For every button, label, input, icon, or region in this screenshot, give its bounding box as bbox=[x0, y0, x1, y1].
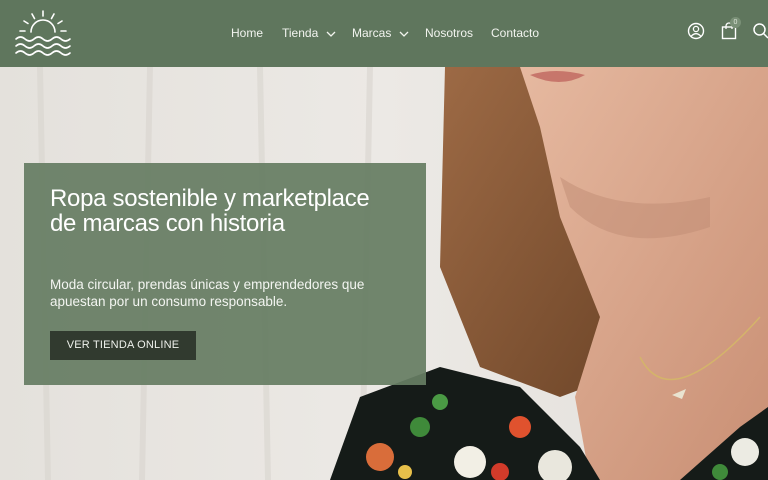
nav-item-marcas[interactable]: Marcas bbox=[352, 25, 409, 41]
main-nav: Home Tienda Marcas Nosotros Contacto bbox=[0, 0, 768, 67]
nav-item-home[interactable]: Home bbox=[231, 25, 263, 41]
search-button[interactable] bbox=[752, 22, 768, 42]
nav-item-label: Tienda bbox=[282, 26, 319, 40]
nav-item-label: Nosotros bbox=[425, 26, 474, 40]
site-header: Home Tienda Marcas Nosotros Contacto 0 bbox=[0, 0, 768, 67]
hero-banner: Ropa sostenible y marketplace de marcas … bbox=[0, 67, 768, 480]
cart-button[interactable]: 0 bbox=[721, 17, 741, 42]
hero-promo-card: Ropa sostenible y marketplace de marcas … bbox=[24, 163, 426, 385]
nav-item-label: Marcas bbox=[352, 26, 392, 40]
nav-item-label: Home bbox=[231, 26, 264, 40]
cart-count-badge: 0 bbox=[730, 17, 741, 28]
nav-item-contacto[interactable]: Contacto bbox=[491, 25, 539, 41]
chevron-down-icon bbox=[326, 31, 336, 37]
nav-item-tienda[interactable]: Tienda bbox=[282, 25, 336, 41]
shop-online-button[interactable]: VER TIENDA ONLINE bbox=[50, 331, 196, 360]
chevron-down-icon bbox=[399, 31, 409, 37]
nav-item-label: Contacto bbox=[491, 26, 540, 40]
account-button[interactable] bbox=[687, 22, 707, 42]
nav-item-nosotros[interactable]: Nosotros bbox=[425, 25, 473, 41]
user-icon bbox=[687, 22, 705, 40]
hero-subtitle: Moda circular, prendas únicas y emprende… bbox=[50, 277, 365, 309]
search-icon bbox=[753, 23, 768, 39]
hero-title: Ropa sostenible y marketplace de marcas … bbox=[50, 185, 370, 237]
